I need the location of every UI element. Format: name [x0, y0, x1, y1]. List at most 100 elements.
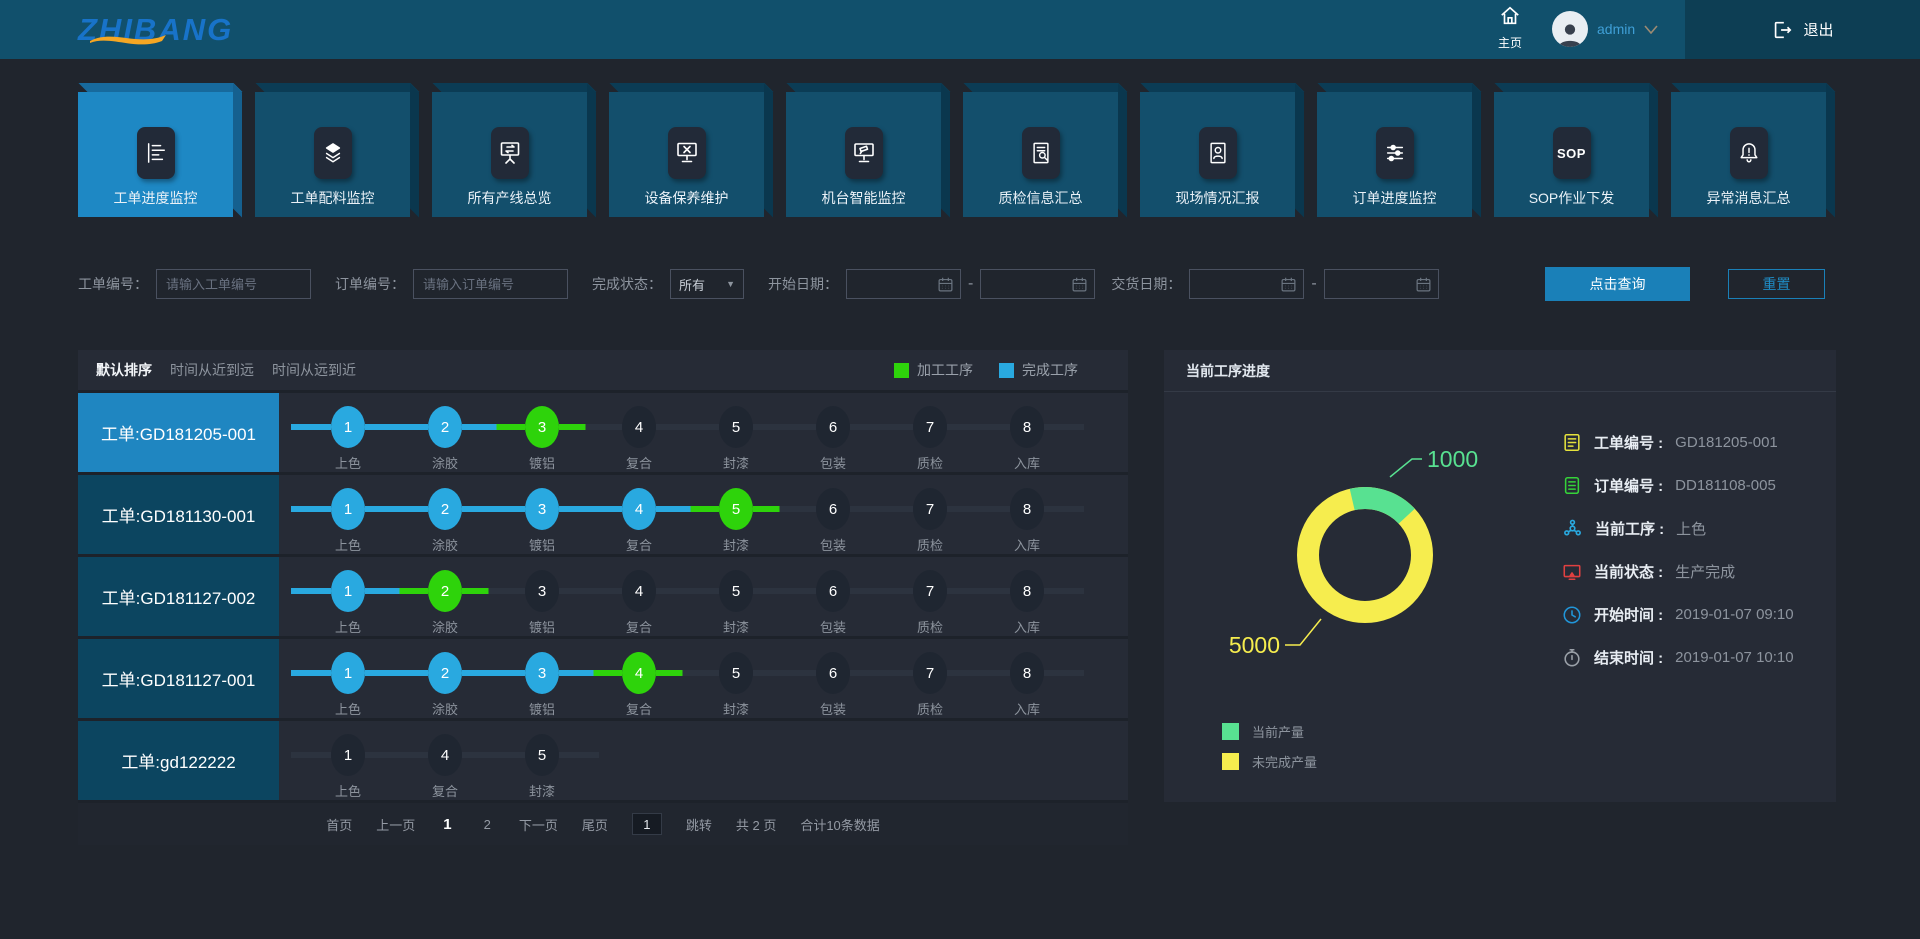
track-connector — [947, 588, 1010, 594]
nav-tile-2[interactable]: 工单配料监控 — [255, 92, 410, 217]
list-icon — [137, 127, 175, 179]
page-prev[interactable]: 上一页 — [376, 815, 415, 834]
nav-tile-8[interactable]: 订单进度监控 — [1317, 92, 1472, 217]
home-button[interactable]: 主页 — [1488, 5, 1532, 51]
nav-tile-7[interactable]: 现场情况汇报 — [1140, 92, 1295, 217]
page-number-2[interactable]: 2 — [480, 817, 495, 832]
reset-button[interactable]: 重置 — [1728, 269, 1825, 299]
work-order-title[interactable]: 工单:GD181205-001 — [78, 393, 279, 472]
work-order-row: 工单:GD181127-002 1 上色 2 涂胶 3 镀铝 4 复合 5 封漆… — [78, 554, 1128, 636]
step-label: 复合 — [626, 453, 652, 472]
process-step: 1 上色 — [331, 734, 365, 800]
work-order-title[interactable]: 工单:GD181127-001 — [78, 639, 279, 718]
work-order-title[interactable]: 工单:gd122222 — [78, 721, 279, 800]
detail-field: 当前状态 : 生产完成 — [1562, 561, 1794, 582]
track-connector — [559, 506, 622, 512]
start-date-to-input[interactable] — [980, 269, 1095, 299]
step-label: 包装 — [820, 535, 846, 554]
top-header: ZHIBANG 主页 admin 退出 — [0, 0, 1920, 59]
track-connector — [365, 424, 428, 430]
detail-field-label: 结束时间 : — [1594, 647, 1663, 668]
svg-text:5000: 5000 — [1229, 632, 1280, 658]
detail-field-value: 上色 — [1676, 518, 1706, 539]
nav-tile-5[interactable]: 机台智能监控 — [786, 92, 941, 217]
track-connector — [462, 588, 525, 594]
detail-field-value: 2019-01-07 09:10 — [1675, 606, 1793, 623]
detail-field: 开始时间 : 2019-01-07 09:10 — [1562, 604, 1794, 625]
filter-bar: 工单编号： 订单编号： 完成状态： 所有 ▼ 开始日期： - 交货日期： - 点… — [78, 266, 1825, 302]
page-jump-button[interactable]: 跳转 — [686, 815, 712, 834]
step-circle: 6 — [816, 570, 850, 612]
home-label: 主页 — [1488, 34, 1532, 51]
track-connector — [753, 506, 816, 512]
detail-field-value: GD181205-001 — [1675, 434, 1778, 451]
nav-tile-9[interactable]: SOP SOP作业下发 — [1494, 92, 1649, 217]
status-select[interactable]: 所有 ▼ — [670, 269, 744, 299]
nav-tile-3[interactable]: 所有产线总览 — [432, 92, 587, 217]
step-label: 复合 — [626, 535, 652, 554]
home-icon — [1498, 5, 1522, 27]
nav-tile-4[interactable]: 设备保养维护 — [609, 92, 764, 217]
page-last[interactable]: 尾页 — [582, 815, 608, 834]
order-input[interactable] — [413, 269, 568, 299]
step-circle: 7 — [913, 488, 947, 530]
work-order-filter-label: 工单编号： — [78, 274, 148, 294]
track-connector — [656, 588, 719, 594]
work-order-input[interactable] — [156, 269, 311, 299]
step-label: 质检 — [917, 699, 943, 718]
process-step: 7 质检 — [913, 406, 947, 472]
process-step: 5 封漆 — [719, 570, 753, 636]
page-first[interactable]: 首页 — [326, 815, 352, 834]
page-next[interactable]: 下一页 — [519, 815, 558, 834]
nav-tile-label: 工单配料监控 — [291, 188, 375, 208]
process-step: 8 入库 — [1010, 652, 1044, 718]
step-label: 封漆 — [723, 617, 749, 636]
track-connector — [559, 424, 622, 430]
delivery-date-to-input[interactable] — [1324, 269, 1439, 299]
work-order-row: 工单:GD181127-001 1 上色 2 涂胶 3 镀铝 4 复合 5 封漆… — [78, 636, 1128, 718]
order-filter-label: 订单编号： — [335, 274, 405, 294]
delivery-date-from-input[interactable] — [1189, 269, 1304, 299]
nav-tile-1[interactable]: 工单进度监控 — [78, 92, 233, 217]
process-step: 1 上色 — [331, 406, 365, 472]
monitor-tools-icon — [668, 127, 706, 179]
donut-legend-swatch — [1222, 753, 1239, 770]
track-connector — [947, 424, 1010, 430]
track-connector — [850, 506, 913, 512]
sort-option-3[interactable]: 时间从远到近 — [272, 362, 356, 378]
start-date-from-input[interactable] — [846, 269, 961, 299]
work-order-row: 工单:gd122222 1 上色 4 复合 5 封漆 — [78, 718, 1128, 800]
track-stub — [1044, 424, 1084, 430]
user-menu[interactable]: admin — [1552, 11, 1658, 47]
sliders-icon — [1376, 127, 1414, 179]
total-pages: 共 2 页 — [736, 815, 776, 834]
nav-tile-6[interactable]: 质检信息汇总 — [963, 92, 1118, 217]
step-circle: 4 — [622, 406, 656, 448]
query-button[interactable]: 点击查询 — [1545, 267, 1690, 301]
monitor-red-icon — [1562, 562, 1582, 582]
step-circle: 4 — [622, 652, 656, 694]
alert-icon — [1730, 127, 1768, 179]
total-records: 合计10条数据 — [800, 815, 879, 834]
work-order-title[interactable]: 工单:GD181127-002 — [78, 557, 279, 636]
nav-tile-10[interactable]: 异常消息汇总 — [1671, 92, 1826, 217]
process-step: 5 封漆 — [719, 488, 753, 554]
step-label: 镀铝 — [529, 535, 555, 554]
sort-option-1[interactable]: 默认排序 — [96, 362, 152, 378]
work-order-title[interactable]: 工单:GD181130-001 — [78, 475, 279, 554]
process-step: 6 包装 — [816, 570, 850, 636]
work-order-row: 工单:GD181205-001 1 上色 2 涂胶 3 镀铝 4 复合 5 封漆… — [78, 390, 1128, 472]
track-stub — [291, 588, 331, 594]
sort-option-2[interactable]: 时间从近到远 — [170, 362, 254, 378]
step-circle: 6 — [816, 652, 850, 694]
track-connector — [365, 670, 428, 676]
page-jump-input[interactable] — [632, 813, 662, 835]
step-label: 质检 — [917, 617, 943, 636]
logout-button[interactable]: 退出 — [1685, 0, 1920, 59]
process-step: 3 镀铝 — [525, 488, 559, 554]
username: admin — [1597, 21, 1635, 37]
track-stub — [1044, 670, 1084, 676]
work-order-track: 1 上色 2 涂胶 3 镀铝 4 复合 5 封漆 6 包装 7 质检 8 入库 — [279, 557, 1084, 636]
page-number-1[interactable]: 1 — [439, 816, 455, 833]
process-step: 7 质检 — [913, 570, 947, 636]
